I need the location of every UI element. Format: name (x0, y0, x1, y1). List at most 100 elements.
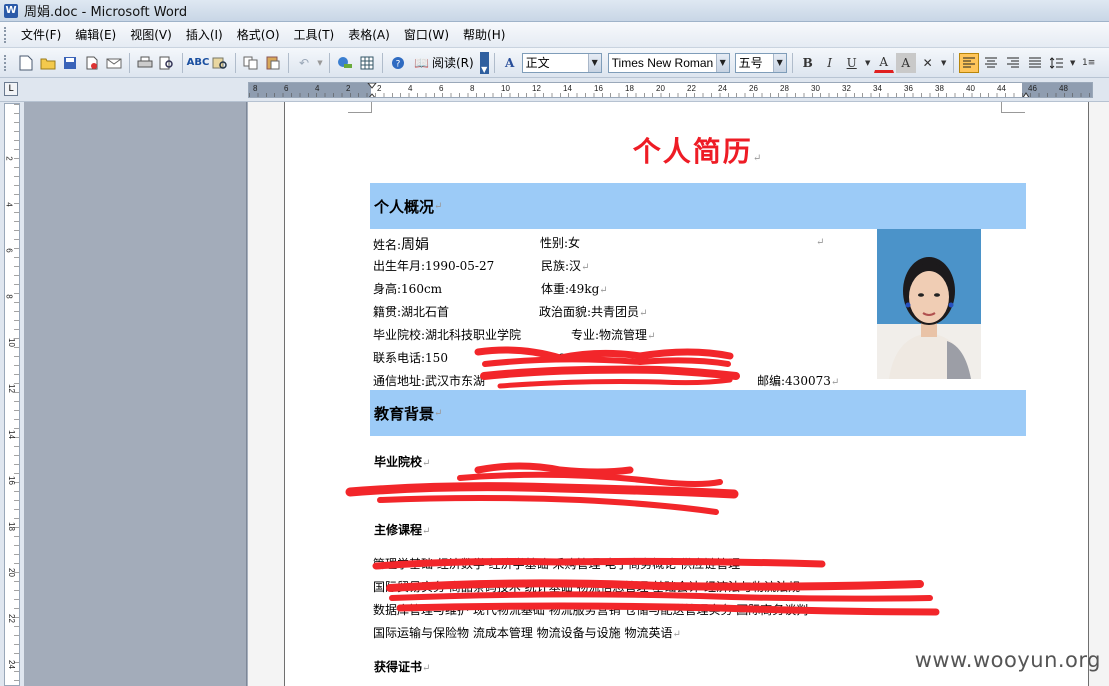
align-right-button[interactable] (1003, 53, 1023, 73)
section-personal: 个人概况 ↵ (370, 183, 1026, 229)
numbering-icon[interactable]: 1≡ (1079, 53, 1099, 73)
vertical-ruler[interactable]: 2 4 6 8 10 12 14 16 18 20 22 24 (4, 103, 20, 686)
window-title: 周娟.doc - Microsoft Word (24, 5, 188, 20)
menu-window[interactable]: 窗口(W) (397, 24, 456, 45)
indent-marker-icon[interactable] (367, 83, 377, 98)
ruler-number: 28 (780, 84, 789, 93)
justify-button[interactable] (1025, 53, 1045, 73)
horizontal-ruler-row: L 8 6 4 2 2 4 6 8 10 12 14 16 18 20 22 24 26 28 30 32 34 36 38… (0, 78, 1109, 102)
line-spacing-icon[interactable] (1047, 53, 1067, 73)
chevron-down-icon[interactable]: ▼ (587, 53, 601, 72)
ruler-number: 10 (6, 338, 16, 347)
paste-icon[interactable] (263, 53, 283, 73)
menu-tools[interactable]: 工具(T) (287, 24, 342, 45)
navigation-pane[interactable] (24, 102, 247, 686)
horizontal-ruler[interactable]: 8 6 4 2 2 4 6 8 10 12 14 16 18 20 22 24 26 28 30 32 34 36 38 40… (248, 82, 1093, 98)
email-link[interactable] (605, 349, 681, 363)
ruler-number: 18 (6, 522, 16, 531)
open-folder-icon[interactable] (38, 53, 58, 73)
ruler-number: 4 (315, 84, 320, 93)
ruler-number: 22 (687, 84, 696, 93)
menu-table[interactable]: 表格(A) (341, 24, 397, 45)
font-size-combo[interactable]: 五号 ▼ (734, 52, 787, 73)
chevron-down-icon[interactable]: ▼ (715, 53, 729, 72)
character-scale-icon[interactable]: ✕ (918, 53, 938, 73)
scale-dropdown-icon[interactable]: ▼ (940, 53, 948, 73)
research-icon[interactable] (210, 53, 230, 73)
crop-mark (348, 102, 372, 113)
ethnic-line: 民族:汉↵ (541, 259, 590, 273)
title-bar: W 周娟.doc - Microsoft Word (0, 0, 1109, 22)
permission-icon[interactable] (82, 53, 102, 73)
toolbar-options-icon[interactable]: ▼ (479, 51, 489, 74)
line-spacing-dropdown-icon[interactable]: ▼ (1069, 53, 1077, 73)
school-line: 毕业院校:湖北科技职业学院 (373, 328, 522, 342)
new-document-icon[interactable] (16, 53, 36, 73)
right-indent-marker-icon[interactable] (1021, 91, 1031, 98)
ruler-number: 24 (718, 84, 727, 93)
ruler-number: 14 (6, 430, 16, 439)
sub-heading-school: 毕业院校↵ (374, 455, 431, 469)
spelling-icon[interactable]: ABC (187, 53, 210, 73)
ruler-number: 30 (811, 84, 820, 93)
ruler-number: 38 (935, 84, 944, 93)
chevron-down-icon[interactable]: ▼ (772, 53, 786, 72)
zip-line: 邮编:430073↵ (757, 374, 840, 388)
word-app-icon: W (4, 3, 18, 18)
ruler-number: 18 (625, 84, 634, 93)
ruler-number: 44 (997, 84, 1006, 93)
style-combo[interactable]: 正文 ▼ (521, 52, 602, 73)
save-icon[interactable] (60, 53, 80, 73)
undo-icon[interactable]: ↶ (294, 53, 314, 73)
bold-button[interactable]: B (798, 53, 818, 73)
help-icon[interactable]: ? (388, 53, 408, 73)
menu-insert[interactable]: 插入(I) (179, 24, 230, 45)
toolbar-grip[interactable] (4, 54, 8, 71)
menu-format[interactable]: 格式(O) (230, 24, 287, 45)
watermark-text: www.wooyun.org (914, 648, 1101, 672)
crop-mark (1001, 102, 1025, 113)
undo-dropdown-icon[interactable]: ▼ (316, 53, 324, 73)
sub-heading-courses: 主修课程↵ (374, 523, 431, 537)
underline-dropdown-icon[interactable]: ▼ (864, 53, 872, 73)
menu-file[interactable]: 文件(F) (14, 24, 68, 45)
tab-selector[interactable]: L (4, 82, 18, 96)
menu-view[interactable]: 视图(V) (123, 24, 179, 45)
toolbar-grip[interactable] (4, 26, 8, 43)
align-left-button[interactable] (958, 52, 979, 73)
styles-pane-icon[interactable]: A (500, 53, 520, 73)
name-line: 姓名:周娟 (373, 237, 430, 253)
ruler-number: 36 (904, 84, 913, 93)
menu-help[interactable]: 帮助(H) (456, 24, 512, 45)
font-combo[interactable]: Times New Roman ▼ (607, 52, 730, 73)
table-icon[interactable] (357, 53, 377, 73)
read-mode-button[interactable]: 📖 阅读(R) (410, 53, 478, 73)
svg-text:?: ? (396, 59, 401, 69)
ruler-number: 34 (873, 84, 882, 93)
italic-button[interactable]: I (820, 53, 840, 73)
font-color-button[interactable]: A (873, 53, 894, 73)
print-preview-icon[interactable] (157, 53, 177, 73)
email-icon[interactable] (104, 53, 124, 73)
ruler-number: 6 (439, 84, 444, 93)
ruler-number: 8 (253, 84, 258, 93)
ruler-number: 2 (346, 84, 351, 93)
underline-button[interactable]: U (842, 53, 862, 73)
ruler-number: 12 (532, 84, 541, 93)
ruler-number: 6 (4, 248, 14, 253)
address-line: 通信地址:武汉市东湖 (373, 374, 486, 388)
menu-edit[interactable]: 编辑(E) (68, 24, 123, 45)
phone-line: 联系电话:150 (373, 351, 448, 365)
align-center-button[interactable] (981, 53, 1001, 73)
hyperlink-icon[interactable] (335, 53, 355, 73)
ruler-number: 26 (749, 84, 758, 93)
print-icon[interactable] (135, 53, 155, 73)
ruler-number: 48 (1059, 84, 1068, 93)
highlight-button[interactable]: A (895, 52, 916, 73)
ruler-number: 16 (6, 476, 16, 485)
ruler-number: 4 (4, 202, 14, 207)
political-line: 政治面貌:共青团员↵ (539, 305, 648, 319)
ruler-number: 2 (377, 84, 382, 93)
ruler-number: 40 (966, 84, 975, 93)
copy-icon[interactable] (241, 53, 261, 73)
